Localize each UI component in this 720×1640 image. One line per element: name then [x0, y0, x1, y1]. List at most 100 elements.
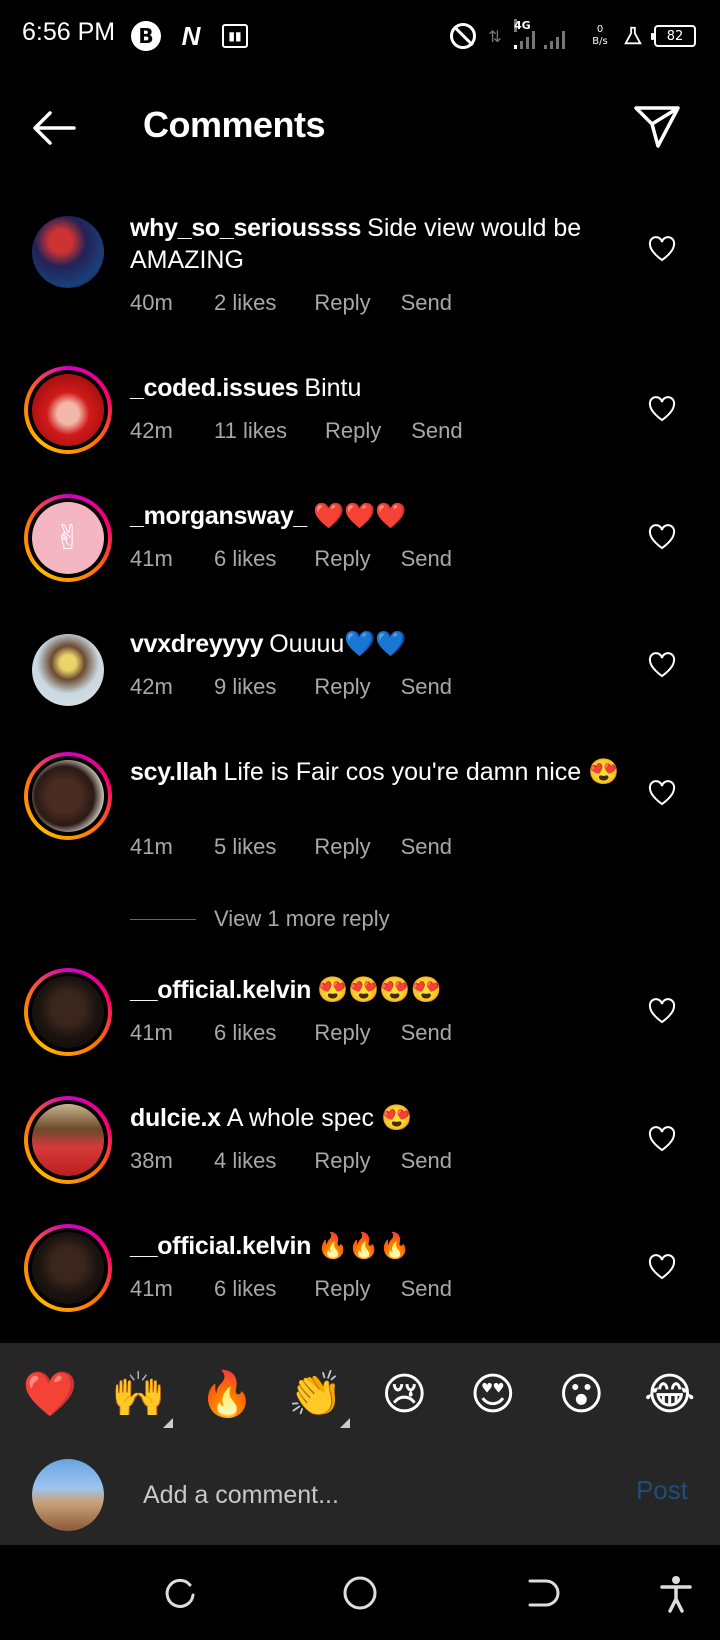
send-button[interactable]: Send: [401, 1148, 452, 1174]
reply-button[interactable]: Reply: [314, 834, 370, 860]
send-button[interactable]: Send: [401, 546, 452, 572]
comment-username[interactable]: why_so_serioussss: [130, 214, 361, 242]
post-button[interactable]: Post: [636, 1475, 688, 1506]
send-button[interactable]: Send: [411, 418, 462, 444]
view-more-replies[interactable]: View 1 more reply: [130, 906, 390, 932]
b-app-icon: B: [131, 21, 161, 51]
avatar[interactable]: ✌: [24, 494, 112, 582]
comment-username[interactable]: _morgansway_: [130, 502, 307, 530]
comment-time: 38m: [130, 1148, 173, 1173]
n-app-icon: N: [181, 20, 201, 51]
comment-body: ❤️❤️❤️: [313, 502, 407, 530]
emoji-heart-eyes[interactable]: 😍: [453, 1354, 533, 1434]
emoji-glyph: 🔥: [199, 1369, 255, 1420]
comment-username[interactable]: vvxdreyyyy: [130, 630, 264, 658]
avatar[interactable]: [24, 752, 112, 840]
avatar[interactable]: [24, 968, 112, 1056]
comment-likes[interactable]: 11 likes: [214, 418, 287, 444]
emoji-open-mouth[interactable]: 😮: [541, 1354, 621, 1434]
send-button[interactable]: Send: [401, 1276, 452, 1302]
comment-likes[interactable]: 2 likes: [214, 290, 276, 316]
emoji-glyph: 👏: [288, 1369, 344, 1420]
emoji-raising-hands[interactable]: 🙌: [99, 1354, 179, 1434]
send-button[interactable]: Send: [401, 1020, 452, 1046]
comment-likes[interactable]: 4 likes: [214, 1148, 276, 1174]
comment-likes[interactable]: 6 likes: [214, 1276, 276, 1302]
battery-icon: 82: [651, 25, 696, 47]
comment-body: Bintu: [304, 374, 362, 402]
comment-body: 😍😍😍😍: [317, 976, 442, 1004]
like-heart-icon[interactable]: [648, 524, 676, 550]
comment-time: 41m: [130, 834, 173, 859]
like-heart-icon[interactable]: [648, 1254, 676, 1280]
send-button[interactable]: Send: [401, 834, 452, 860]
emoji-crying-face[interactable]: 😢: [364, 1354, 444, 1434]
reply-button[interactable]: Reply: [314, 546, 370, 572]
avatar[interactable]: [24, 208, 112, 296]
reply-button[interactable]: Reply: [314, 290, 370, 316]
comment-likes[interactable]: 6 likes: [214, 546, 276, 572]
news-app-icon: ▮▮: [222, 24, 248, 48]
reply-button[interactable]: Reply: [314, 1020, 370, 1046]
avatar[interactable]: [24, 626, 112, 714]
comment-time: 40m: [130, 290, 173, 315]
comment-time: 42m: [130, 418, 173, 443]
comment-time: 41m: [130, 546, 173, 571]
share-send-icon[interactable]: [632, 102, 682, 150]
comment-username[interactable]: __official.kelvin: [130, 1232, 311, 1260]
emoji-clapping-hands[interactable]: 👏: [276, 1354, 356, 1434]
comment-likes[interactable]: 6 likes: [214, 1020, 276, 1046]
signal-icon: 4G: [514, 19, 578, 49]
comment-time: 41m: [130, 1276, 173, 1301]
send-button[interactable]: Send: [401, 674, 452, 700]
emoji-tears-of-joy[interactable]: 😂: [630, 1354, 710, 1434]
comment-username[interactable]: scy.llah: [130, 758, 218, 786]
like-heart-icon[interactable]: [648, 236, 676, 262]
network-type: 4G: [514, 19, 531, 32]
back-arrow-icon[interactable]: [30, 108, 78, 148]
reply-button[interactable]: Reply: [314, 1148, 370, 1174]
emoji-quick-bar: ❤️ 🙌 🔥 👏 😢 😍 😮 😂: [0, 1343, 720, 1445]
status-bar: 6:56 PM B N ▮▮ ⇅ 4G 0 B/s 82: [0, 0, 720, 72]
comment-body: A whole spec 😍: [226, 1104, 413, 1132]
status-time: 6:56 PM: [22, 18, 116, 46]
send-button[interactable]: Send: [401, 290, 452, 316]
accessibility-icon[interactable]: [656, 1573, 696, 1613]
reply-button[interactable]: Reply: [325, 418, 381, 444]
emoji-fire[interactable]: 🔥: [187, 1354, 267, 1434]
avatar[interactable]: [24, 1096, 112, 1184]
comment-likes[interactable]: 5 likes: [214, 834, 276, 860]
like-heart-icon[interactable]: [648, 1126, 676, 1152]
comment-likes[interactable]: 9 likes: [214, 674, 276, 700]
comment-time: 42m: [130, 674, 173, 699]
comment-body: 🔥🔥🔥: [317, 1232, 411, 1260]
emoji-glyph: 😂: [644, 1368, 696, 1420]
avatar[interactable]: [24, 1224, 112, 1312]
emoji-glyph: 😮: [558, 1368, 605, 1420]
do-not-disturb-icon: [450, 23, 476, 49]
view-more-label: View 1 more reply: [214, 906, 390, 931]
current-user-avatar: [32, 1459, 104, 1531]
reply-button[interactable]: Reply: [314, 674, 370, 700]
recent-apps-icon[interactable]: [160, 1573, 200, 1613]
comment-username[interactable]: __official.kelvin: [130, 976, 311, 1004]
skin-tone-indicator-icon: [339, 1418, 350, 1428]
comment-input[interactable]: [143, 1473, 593, 1517]
avatar[interactable]: [24, 366, 112, 454]
skin-tone-indicator-icon: [162, 1418, 173, 1428]
comment-username[interactable]: dulcie.x: [130, 1104, 221, 1132]
emoji-glyph: 😢: [381, 1368, 428, 1420]
divider-line: [130, 918, 196, 920]
emoji-glyph: 😍: [469, 1368, 516, 1420]
like-heart-icon[interactable]: [648, 998, 676, 1024]
network-speed-unit: B/s: [592, 36, 608, 47]
back-nav-icon[interactable]: [520, 1573, 560, 1613]
comment-username[interactable]: _coded.issues: [130, 374, 299, 402]
reply-button[interactable]: Reply: [314, 1276, 370, 1302]
like-heart-icon[interactable]: [648, 780, 676, 806]
like-heart-icon[interactable]: [648, 652, 676, 678]
home-icon[interactable]: [340, 1573, 380, 1613]
system-nav-bar: [0, 1545, 720, 1640]
emoji-red-heart[interactable]: ❤️: [10, 1354, 90, 1434]
like-heart-icon[interactable]: [648, 396, 676, 422]
